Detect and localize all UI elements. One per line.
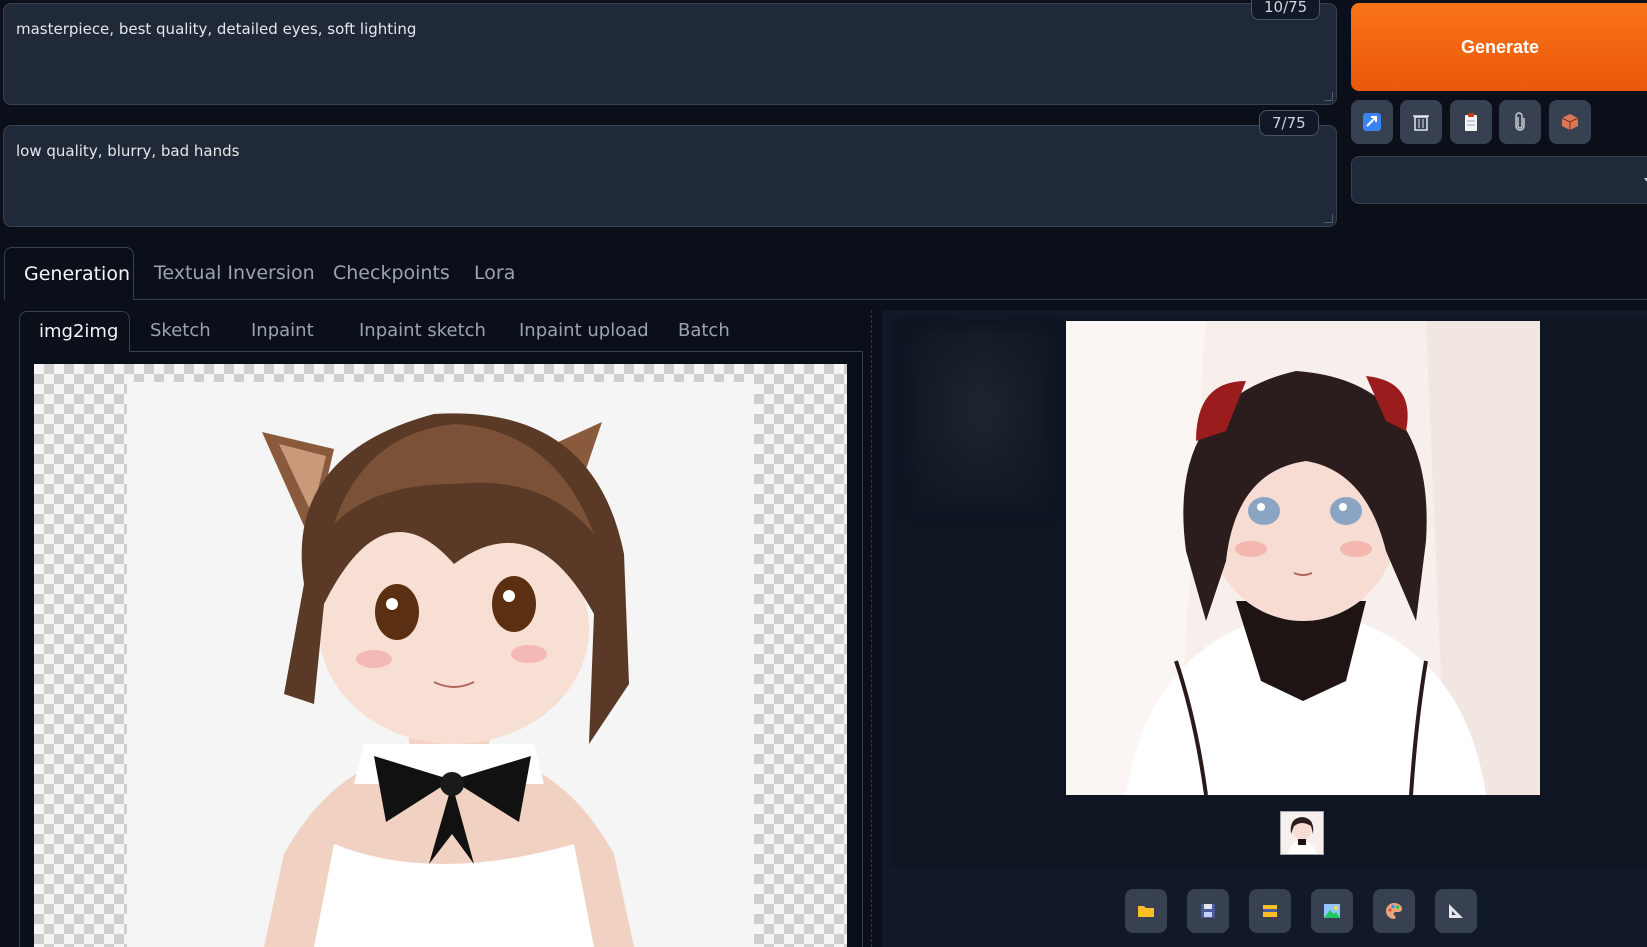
positive-prompt-input[interactable]: masterpiece, best quality, detailed eyes…	[3, 3, 1337, 105]
image-icon	[1324, 904, 1340, 918]
tab-batch[interactable]: Batch	[659, 311, 749, 351]
send-to-inpaint-button[interactable]	[1373, 889, 1415, 933]
output-image[interactable]	[1066, 321, 1540, 795]
panel-divider	[871, 310, 872, 947]
clear-prompt-button[interactable]	[1400, 100, 1442, 144]
trash-icon	[1413, 115, 1429, 131]
positive-prompt-text: masterpiece, best quality, detailed eyes…	[16, 20, 417, 38]
blurred-preview	[911, 328, 1051, 508]
tab-inpaint[interactable]: Inpaint	[232, 311, 333, 351]
tab-checkpoints[interactable]: Checkpoints	[314, 247, 469, 299]
open-folder-button[interactable]	[1125, 889, 1167, 933]
negative-token-counter: 7/75	[1259, 110, 1319, 136]
input-character-image	[127, 382, 754, 947]
extra-networks-button[interactable]	[1499, 100, 1541, 144]
generate-label: Generate	[1460, 36, 1540, 57]
tab-generation[interactable]: Generation	[4, 247, 134, 300]
read-params-button[interactable]	[1351, 100, 1393, 144]
tab-lora[interactable]: Lora	[455, 247, 534, 299]
input-mode-tabs: img2img Sketch Inpaint Inpaint sketch In…	[19, 311, 863, 352]
save-button[interactable]	[1187, 889, 1229, 933]
thumbnail-image	[1281, 812, 1323, 854]
send-to-img2img-button[interactable]	[1311, 889, 1353, 933]
positive-token-counter: 10/75	[1251, 0, 1321, 20]
tab-textual-inversion[interactable]: Textual Inversion	[135, 247, 334, 299]
resize-handle[interactable]	[1324, 92, 1333, 101]
paperclip-icon	[1515, 112, 1525, 131]
negative-prompt-text: low quality, blurry, bad hands	[16, 142, 240, 160]
input-image-canvas[interactable]	[34, 364, 847, 947]
resize-handle[interactable]	[1324, 214, 1333, 223]
save-style-button[interactable]	[1549, 100, 1591, 144]
main-tabs: Generation Textual Inversion Checkpoints…	[4, 247, 1647, 300]
output-thumbnail[interactable]	[1280, 811, 1324, 855]
tab-img2img[interactable]: img2img	[19, 311, 130, 352]
box-icon	[1561, 114, 1579, 130]
tab-inpaint-upload[interactable]: Inpaint upload	[500, 311, 668, 351]
negative-prompt-input[interactable]: low quality, blurry, bad hands	[3, 125, 1337, 227]
zip-button[interactable]	[1249, 889, 1291, 933]
save-icon	[1201, 904, 1215, 918]
send-to-extras-button[interactable]	[1435, 889, 1477, 933]
styles-dropdown[interactable]	[1351, 156, 1647, 204]
zip-icon	[1263, 905, 1277, 917]
tab-inpaint-sketch[interactable]: Inpaint sketch	[340, 311, 505, 351]
tab-sketch[interactable]: Sketch	[131, 311, 230, 351]
arrow-checkbox-icon	[1363, 113, 1381, 131]
palette-icon	[1386, 903, 1402, 919]
generate-button[interactable]: Generate	[1351, 3, 1647, 91]
triangle-ruler-icon	[1449, 904, 1463, 918]
clipboard-icon	[1465, 113, 1477, 131]
apply-style-button[interactable]	[1450, 100, 1492, 144]
folder-icon	[1138, 906, 1154, 917]
output-character-image	[1066, 321, 1540, 795]
